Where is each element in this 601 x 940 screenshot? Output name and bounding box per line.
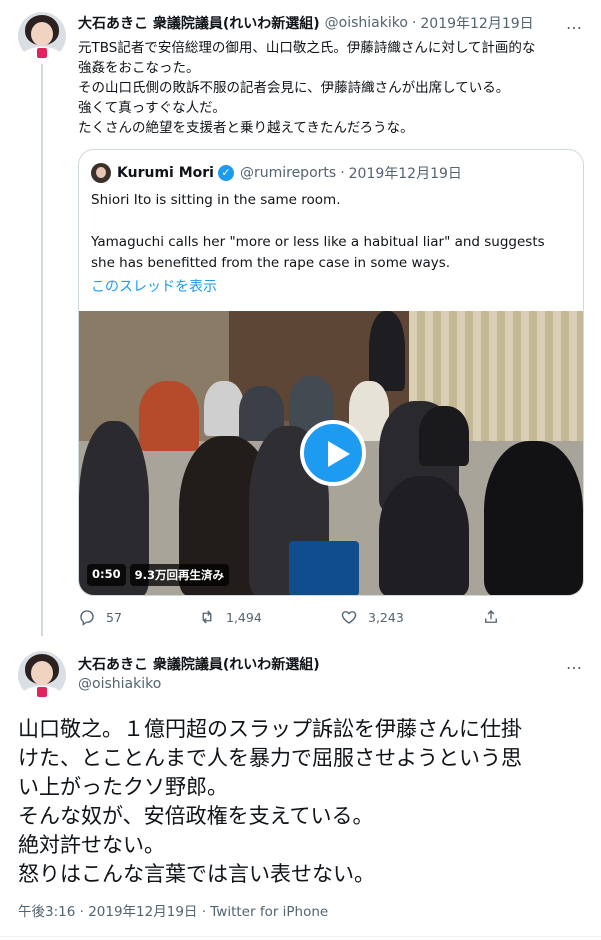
quoted-tweet-text: Shiori Ito is sitting in the same room. … (91, 190, 571, 274)
tweet-text-line: 絶対許せない。 (18, 833, 165, 857)
verified-badge-icon: ✓ (217, 165, 234, 181)
quoted-tweet[interactable]: Kurumi Mori ✓ @rumireports · 2019年12月19日… (78, 149, 584, 596)
video-player[interactable]: 0:50 9.3万回再生済み (79, 311, 583, 595)
author-name[interactable]: 大石あきこ 衆議院議員(れいわ新選組) (78, 654, 320, 674)
thread-connector-line (41, 64, 43, 636)
share-icon (485, 610, 497, 623)
tweet-text: 山口敬之。１億円超のスラップ訴訟を伊藤さんに仕掛 けた、とことんまで人を暴力で屈… (18, 715, 588, 889)
quoted-text-line: Yamaguchi calls her "more or less like a… (91, 234, 545, 271)
avatar[interactable] (18, 651, 66, 699)
tweet-text-line: 山口敬之。１億円超のスラップ訴訟を伊藤さんに仕掛 (18, 717, 522, 741)
share-button[interactable] (482, 608, 510, 626)
tweet-text-line: たくさんの絶望を支援者と乗り越えてきたんだろうな。 (78, 120, 414, 136)
tweet-text: 元TBS記者で安倍総理の御用、山口敬之氏。伊藤詩織さんに対して計画的な 強姦をお… (78, 38, 588, 138)
quoted-tweet-date[interactable]: 2019年12月19日 (349, 163, 462, 183)
heart-icon (341, 611, 357, 624)
reply-count: 57 (106, 609, 122, 625)
more-options-icon[interactable]: … (566, 654, 583, 673)
author-handle[interactable]: @oishiakiko (325, 15, 408, 31)
quoted-tweet-header: Kurumi Mori ✓ @rumireports · 2019年12月19日 (91, 163, 462, 183)
play-icon[interactable] (300, 420, 366, 486)
retweet-count: 1,494 (226, 609, 262, 625)
tweet-text-line: い上がったクソ野郎。 (18, 775, 228, 799)
tweet-date[interactable]: 2019年12月19日 (420, 13, 533, 33)
tweet-text-line: 強くて真っすぐな人だ。 (78, 100, 226, 116)
tweet-text-line: その山口氏側の敗訴不服の記者会見に、伊藤詩織さんが出席している。 (78, 80, 510, 96)
separator: · (411, 15, 417, 31)
tweet-text-line: 元TBS記者で安倍総理の御用、山口敬之氏。伊藤詩織さんに対して計画的な (78, 40, 536, 56)
like-button[interactable]: 3,243 (340, 608, 404, 626)
divider (0, 936, 601, 937)
retweet-icon (202, 610, 212, 624)
tweet-timestamp-source[interactable]: 午後3:16 · 2019年12月19日 · Twitter for iPhon… (18, 900, 328, 920)
avatar[interactable] (18, 12, 66, 60)
tweet-text-line: 怒りはこんな言葉では言い表せない。 (18, 862, 375, 886)
quoted-author-name[interactable]: Kurumi Mori (117, 165, 214, 181)
tweet-text-line: そんな奴が、安倍政権を支えている。 (18, 804, 374, 828)
author-name[interactable]: 大石あきこ 衆議院議員(れいわ新選組) (78, 13, 320, 33)
reply-button[interactable]: 57 (78, 608, 122, 626)
tweet-actions: 57 1,494 3,243 (78, 608, 508, 628)
quoted-text-line: Shiori Ito is sitting in the same room. (91, 192, 341, 208)
video-view-count: 9.3万回再生済み (129, 564, 229, 586)
video-duration: 0:50 (87, 564, 126, 586)
tweet-text-line: 強姦をおこなった。 (78, 60, 200, 76)
tweet-header: 大石あきこ 衆議院議員(れいわ新選組) @oishiakiko · 2019年1… (78, 12, 585, 34)
tweet-text-line: けた、とことんまで人を暴力で屈服させようという思 (18, 746, 522, 770)
reply-icon (80, 610, 94, 626)
like-count: 3,243 (368, 609, 404, 625)
retweet-button[interactable]: 1,494 (198, 608, 262, 626)
show-thread-link[interactable]: このスレッドを表示 (91, 276, 217, 296)
video-meta: 0:50 9.3万回再生済み (87, 564, 229, 586)
quoted-avatar[interactable] (91, 163, 111, 183)
separator: · (340, 165, 345, 181)
author-handle[interactable]: @oishiakiko (78, 676, 161, 692)
quoted-author-handle[interactable]: @rumireports (240, 165, 336, 181)
more-options-icon[interactable]: … (566, 14, 583, 33)
